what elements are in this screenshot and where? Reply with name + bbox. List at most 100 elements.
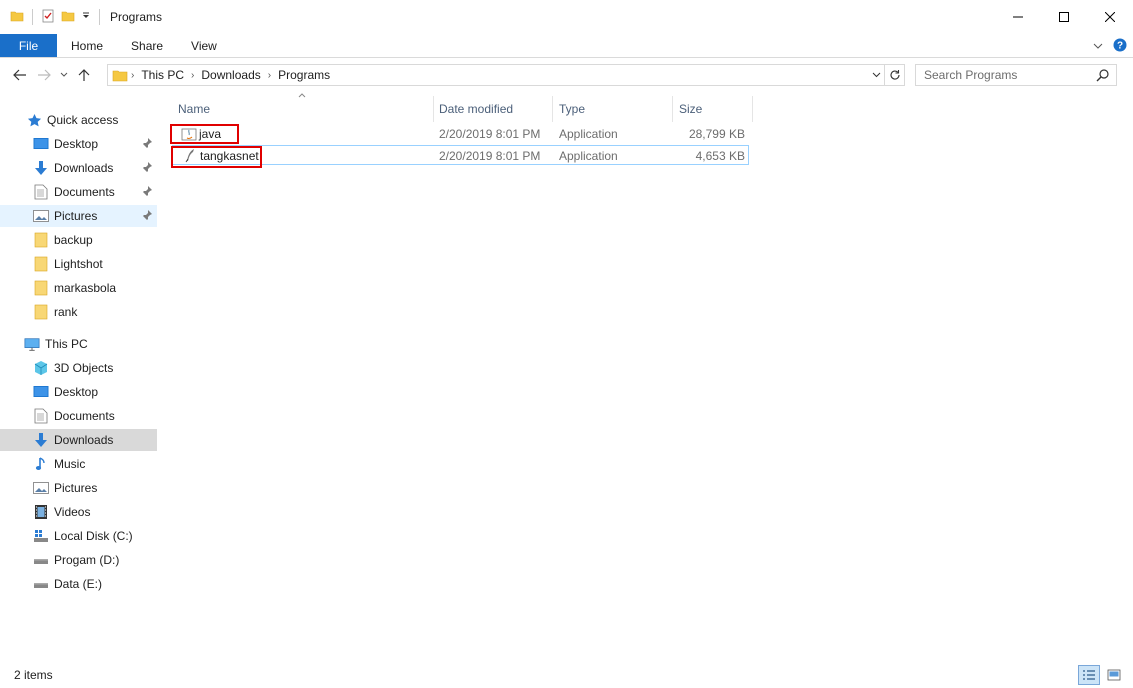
download-arrow-icon <box>33 432 49 448</box>
pin-icon[interactable] <box>141 161 153 176</box>
sidebar-item-label: Quick access <box>47 113 119 127</box>
large-icons-view-button[interactable] <box>1103 665 1125 685</box>
new-folder-icon[interactable] <box>61 9 75 26</box>
sidebar-item-label: Pictures <box>54 481 98 495</box>
file-size: 28,799 KB <box>688 127 745 141</box>
folder-icon <box>33 232 49 248</box>
ribbon-tabs: File Home Share View ? <box>0 34 1133 58</box>
computer-icon <box>24 336 40 352</box>
back-button[interactable] <box>8 63 32 87</box>
sidebar-item-music[interactable]: Music <box>0 453 157 475</box>
sidebar-item-label: 3D Objects <box>54 361 114 375</box>
sidebar-item-pc-downloads[interactable]: Downloads <box>0 429 157 451</box>
sidebar-item-desktop[interactable]: Desktop <box>0 133 157 155</box>
sidebar-item-label: Downloads <box>54 433 114 447</box>
pin-icon[interactable] <box>141 209 153 224</box>
sidebar-item-progam-d[interactable]: Progam (D:) <box>0 549 157 571</box>
column-header-name[interactable]: Name <box>172 96 434 122</box>
sidebar-item-label: Music <box>54 457 86 471</box>
file-date-modified: 2/20/2019 8:01 PM <box>439 149 541 163</box>
chevron-right-icon[interactable]: › <box>265 70 274 81</box>
up-button[interactable] <box>72 63 96 87</box>
column-header-size[interactable]: Size <box>673 96 753 122</box>
document-icon <box>33 408 49 424</box>
table-row[interactable]: java 2/20/2019 8:01 PM Application 28,79… <box>172 124 749 144</box>
sidebar-item-label: This PC <box>45 337 88 351</box>
column-header-type[interactable]: Type <box>553 96 673 122</box>
sidebar-item-3d-objects[interactable]: 3D Objects <box>0 357 157 379</box>
search-icon[interactable] <box>1096 68 1110 85</box>
sidebar-item-label: Local Disk (C:) <box>54 529 133 543</box>
desktop-icon <box>33 384 49 400</box>
properties-icon[interactable] <box>41 9 55 26</box>
sidebar-item-label: Videos <box>54 505 91 519</box>
pin-icon[interactable] <box>141 137 153 152</box>
sidebar-item-lightshot[interactable]: Lightshot <box>0 253 157 275</box>
details-view-button[interactable] <box>1078 665 1100 685</box>
sidebar-item-local-disk-c[interactable]: Local Disk (C:) <box>0 525 157 547</box>
drive-icon <box>33 576 49 592</box>
search-input[interactable] <box>924 68 1094 82</box>
sidebar-item-pc-pictures[interactable]: Pictures <box>0 477 157 499</box>
sidebar-quick-access[interactable]: Quick access <box>0 109 157 131</box>
tab-view[interactable]: View <box>177 34 231 57</box>
sidebar-item-data-e[interactable]: Data (E:) <box>0 573 157 595</box>
sidebar-item-label: Desktop <box>54 385 99 399</box>
sidebar-item-backup[interactable]: backup <box>0 229 157 251</box>
column-header-date-modified[interactable]: Date modified <box>433 96 553 122</box>
sidebar-item-label: Pictures <box>54 209 98 223</box>
pictures-icon <box>33 480 49 496</box>
tab-home[interactable]: Home <box>57 34 117 57</box>
address-bar[interactable]: › This PC › Downloads › Programs <box>107 64 885 86</box>
sidebar-this-pc[interactable]: This PC <box>0 333 157 355</box>
tab-share[interactable]: Share <box>117 34 177 57</box>
music-note-icon <box>33 456 49 472</box>
document-icon <box>33 184 49 200</box>
sidebar-item-downloads[interactable]: Downloads <box>0 157 157 179</box>
breadcrumb-programs[interactable]: Programs <box>274 68 334 82</box>
breadcrumb-downloads[interactable]: Downloads <box>197 68 264 82</box>
highlight-box <box>171 146 262 168</box>
breadcrumb-this-pc[interactable]: This PC <box>137 68 188 82</box>
forward-button[interactable] <box>32 63 56 87</box>
sidebar-item-pc-documents[interactable]: Documents <box>0 405 157 427</box>
folder-icon <box>33 256 49 272</box>
expand-ribbon-icon[interactable] <box>1093 39 1103 53</box>
file-type: Application <box>559 149 618 163</box>
customize-toolbar-icon[interactable] <box>81 10 91 24</box>
file-date-modified: 2/20/2019 8:01 PM <box>439 127 541 141</box>
folder-icon <box>33 304 49 320</box>
star-icon <box>26 112 42 128</box>
sidebar-item-pictures[interactable]: Pictures <box>0 205 157 227</box>
view-switcher <box>1078 665 1125 685</box>
chevron-right-icon[interactable]: › <box>128 70 137 81</box>
sidebar-item-rank[interactable]: rank <box>0 301 157 323</box>
address-dropdown-icon[interactable] <box>868 65 884 85</box>
sidebar-item-documents[interactable]: Documents <box>0 181 157 203</box>
refresh-button[interactable] <box>885 64 905 86</box>
file-size: 4,653 KB <box>695 149 745 163</box>
item-count: 2 items <box>14 668 53 682</box>
pin-icon[interactable] <box>141 185 153 200</box>
sidebar-item-label: backup <box>54 233 93 247</box>
status-bar: 2 items <box>0 662 1133 688</box>
folder-icon <box>112 68 128 82</box>
sidebar-item-videos[interactable]: Videos <box>0 501 157 523</box>
minimize-button[interactable] <box>995 0 1041 34</box>
sidebar-item-markasbola[interactable]: markasbola <box>0 277 157 299</box>
window-controls <box>995 0 1133 34</box>
help-icon[interactable]: ? <box>1113 38 1127 55</box>
cube-icon <box>33 360 49 376</box>
sidebar-item-pc-desktop[interactable]: Desktop <box>0 381 157 403</box>
search-box[interactable] <box>915 64 1117 86</box>
tab-file[interactable]: File <box>0 34 57 57</box>
toolbar-divider <box>99 9 100 25</box>
chevron-right-icon[interactable]: › <box>188 70 197 81</box>
download-arrow-icon <box>33 160 49 176</box>
folder-icon <box>33 280 49 296</box>
sidebar-item-label: Progam (D:) <box>54 553 120 567</box>
maximize-button[interactable] <box>1041 0 1087 34</box>
close-button[interactable] <box>1087 0 1133 34</box>
recent-locations-button[interactable] <box>56 63 72 87</box>
film-icon <box>33 504 49 520</box>
